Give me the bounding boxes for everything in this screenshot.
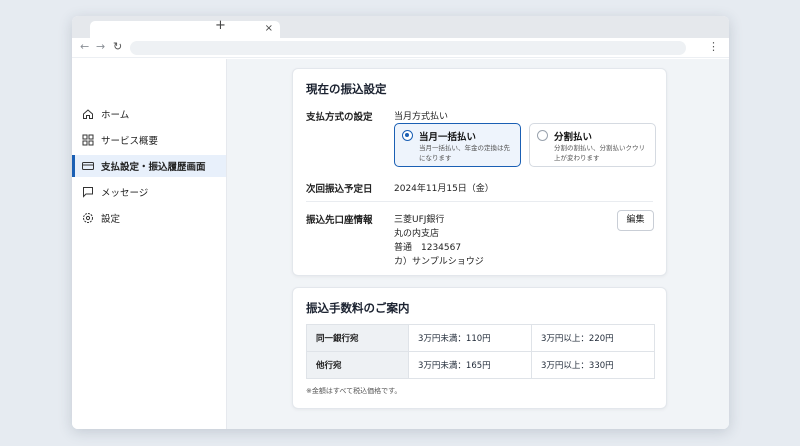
grid-icon [82,134,94,146]
fee-under: 3万円未満：110円 [408,324,532,352]
sidebar-item-settings[interactable]: 設定 [72,207,226,229]
sidebar-item-label: 設定 [101,214,121,225]
browser-tab[interactable]: × [90,21,280,38]
account-number: 普通 1234567 [394,243,462,253]
account-branch: 丸の内支店 [394,229,440,239]
sidebar-item-home[interactable]: ホーム [72,103,226,125]
fee-over: 3万円以上：220円 [531,324,655,352]
new-tab-button[interactable]: + [215,18,226,34]
close-tab-icon[interactable]: × [265,22,273,36]
account-bank: 三菱UFJ銀行 [394,215,445,225]
address-bar[interactable] [130,41,686,55]
browser-window: × + ← → ↻ ⋮ ホーム サービス概要 支払設定・振込履歴画面 メッセージ… [72,16,729,429]
transfer-settings-card: 現在の振込設定 支払方式の設定 当月方式払い 当月一括払い 当月一括払い、年金の… [292,68,667,276]
next-date-label: 次回振込予定日 [306,184,373,195]
account-holder: カ）サンプルショウジ [394,257,484,267]
fees-table: 同一銀行宛 3万円未満：110円 3万円以上：220円 他行宛 3万円未満：16… [306,324,655,379]
option-installment[interactable]: 分割払い 分割の割払い、分割払いクウリ上が変わります [529,123,656,167]
back-icon[interactable]: ← [80,40,89,54]
sidebar-item-service[interactable]: サービス概要 [72,129,226,151]
option-title: 分割払い [554,132,593,143]
sidebar-item-payment[interactable]: 支払設定・振込履歴画面 [72,155,226,177]
sidebar-item-label: メッセージ [101,188,149,199]
nav-bar: ← → ↻ ⋮ [72,38,729,58]
fee-under: 3万円未満：165円 [408,351,532,379]
main-content: 現在の振込設定 支払方式の設定 当月方式払い 当月一括払い 当月一括払い、年金の… [227,59,729,429]
option-description: 分割の割払い、分割払いクウリ上が変わります [554,144,645,162]
chat-icon [82,186,94,198]
reload-icon[interactable]: ↻ [113,40,122,54]
sidebar: ホーム サービス概要 支払設定・振込履歴画面 メッセージ 設定 [72,59,227,429]
edit-button[interactable]: 編集 [617,210,654,231]
sidebar-item-label: サービス概要 [101,136,159,147]
next-date-value: 2024年11月15日（金） [394,184,494,194]
sidebar-item-label: 支払設定・振込履歴画面 [101,162,206,173]
tax-note: ※金額はすべて税込価格です。 [306,387,402,395]
gear-icon [82,212,94,224]
forward-icon[interactable]: → [96,40,105,54]
option-title: 当月一括払い [419,132,477,143]
payment-method-label: 支払方式の設定 [306,112,373,123]
card-icon [82,160,94,172]
table-row: 同一銀行宛 3万円未満：110円 3万円以上：220円 [306,324,655,352]
radio-unselected[interactable] [537,130,548,141]
row-header: 同一銀行宛 [306,324,409,352]
card-title: 振込手数料のご案内 [306,301,410,315]
browser-menu-icon[interactable]: ⋮ [708,40,719,54]
radio-selected[interactable] [402,130,413,141]
table-row: 他行宛 3万円未満：165円 3万円以上：330円 [306,351,655,379]
account-info-label: 振込先口座情報 [306,215,373,226]
home-icon [82,108,94,120]
option-description: 当月一括払い、年金の定換は先になります [419,144,510,162]
transfer-fees-card: 振込手数料のご案内 同一銀行宛 3万円未満：110円 3万円以上：220円 他行… [292,287,667,409]
payment-method-value: 当月方式払い [394,112,449,122]
divider [306,201,653,202]
sidebar-item-label: ホーム [101,110,130,121]
row-header: 他行宛 [306,351,409,379]
tab-strip: × + [72,16,729,38]
card-title: 現在の振込設定 [306,82,387,96]
fee-over: 3万円以上：330円 [531,351,655,379]
option-lump-sum[interactable]: 当月一括払い 当月一括払い、年金の定換は先になります [394,123,521,167]
sidebar-item-messages[interactable]: メッセージ [72,181,226,203]
